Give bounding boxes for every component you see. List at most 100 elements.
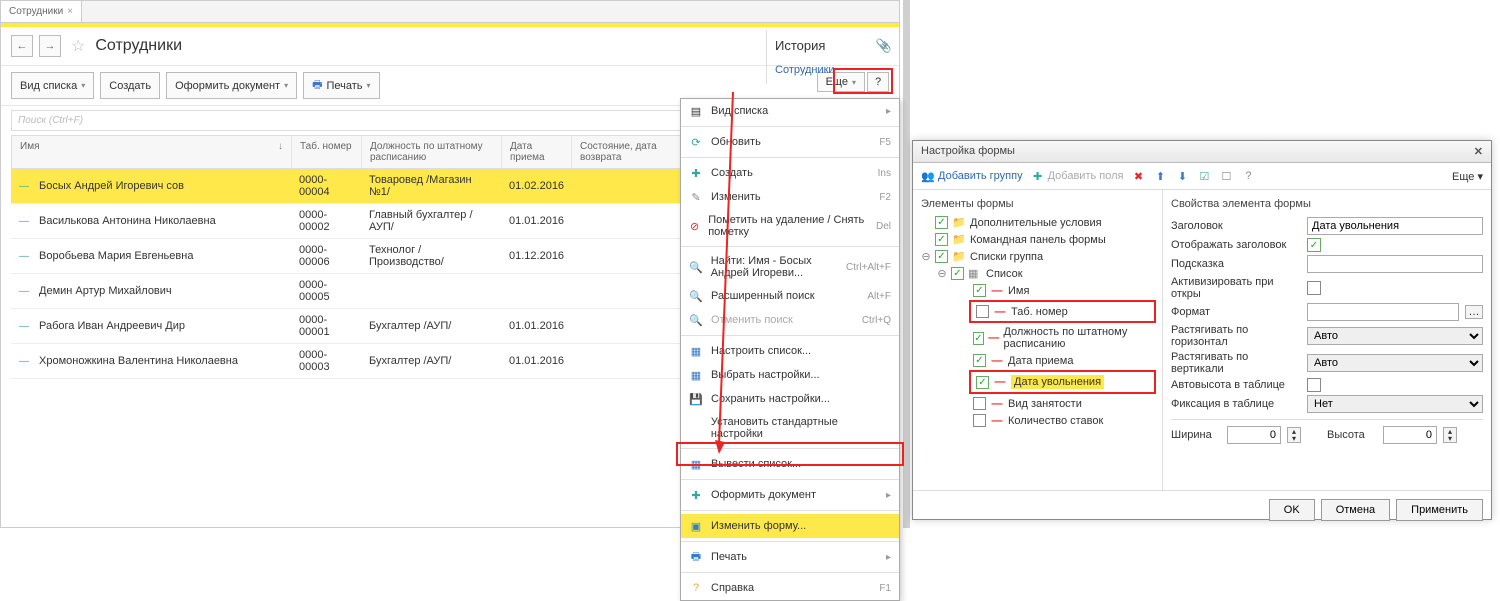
spinner-icon[interactable]: ▴▾: [1287, 427, 1301, 443]
forward-button[interactable]: →: [39, 35, 61, 57]
dialog-title: Настройка формы: [921, 145, 1015, 158]
props-title: Свойства элемента формы: [1171, 194, 1483, 214]
show-header-checkbox[interactable]: ✓: [1307, 238, 1321, 252]
menu-save-settings[interactable]: 💾Сохранить настройки...: [681, 387, 899, 411]
menu-delete[interactable]: ⊘Пометить на удаление / Снять пометкуDel: [681, 209, 899, 243]
width-input[interactable]: [1227, 426, 1281, 444]
tree-command-panel[interactable]: ✓📁Командная панель формы: [913, 231, 1162, 248]
uncheck-icon[interactable]: ☐: [1219, 169, 1233, 183]
row-marker-icon: —: [11, 246, 31, 267]
menu-std-settings[interactable]: Установить стандартные настройки: [681, 411, 899, 445]
make-document-button[interactable]: Оформить документ▾: [166, 72, 297, 99]
menu-output-list[interactable]: ▦Вывести список...: [681, 452, 899, 476]
view-list-button[interactable]: Вид списка▾: [11, 72, 94, 99]
form-settings-dialog: Настройка формы ✕ 👥Добавить группу ✚Доба…: [912, 140, 1492, 520]
menu-make-doc[interactable]: ✚Оформить документ▸: [681, 483, 899, 507]
folder-icon: 📁: [952, 250, 966, 263]
add-group-button[interactable]: 👥Добавить группу: [921, 169, 1023, 183]
up-icon[interactable]: ⬆: [1153, 169, 1167, 183]
cell-num: 0000-00001: [291, 309, 361, 343]
cell-position: Главный бухгалтер /АУП/: [361, 204, 501, 238]
tree-lists-group[interactable]: ⊖✓📁Списки группа: [913, 248, 1162, 265]
output-icon: ▦: [689, 457, 703, 471]
create-button[interactable]: Создать: [100, 72, 160, 99]
menu-find[interactable]: 🔍Найти: Имя - Босых Андрей Игореви...Ctr…: [681, 250, 899, 284]
tree-list[interactable]: ⊖✓▦Список: [913, 265, 1162, 282]
search-icon: 🔍: [689, 260, 703, 274]
menu-help[interactable]: ?СправкаF1: [681, 576, 899, 600]
stretch-h-select[interactable]: Авто: [1307, 327, 1483, 345]
history-link[interactable]: Сотрудники: [775, 64, 892, 76]
print-button[interactable]: 🖶Печать▾: [303, 72, 379, 99]
hint-input[interactable]: [1307, 255, 1483, 273]
cancel-button[interactable]: Отмена: [1321, 499, 1390, 521]
cell-name: Демин Артур Михайлович: [31, 280, 291, 302]
tree-field-rate-count[interactable]: ✓—Количество ставок: [913, 412, 1162, 429]
col-hire-date[interactable]: Дата приема: [502, 136, 572, 168]
tree-field-name[interactable]: ✓—Имя: [913, 282, 1162, 299]
title-bar: ← → ☆ Сотрудники ×: [1, 27, 899, 66]
menu-adv-find[interactable]: 🔍Расширенный поискAlt+F: [681, 284, 899, 308]
tree-field-fire-date[interactable]: ✓—Дата увольнения: [972, 373, 1153, 391]
menu-edit[interactable]: ✎ИзменитьF2: [681, 185, 899, 209]
search-cancel-icon: 🔍: [689, 313, 703, 327]
pin-icon[interactable]: 📎: [876, 38, 892, 54]
row-marker-icon: —: [11, 281, 31, 302]
apply-button[interactable]: Применить: [1396, 499, 1483, 521]
close-icon[interactable]: ×: [67, 6, 73, 17]
tree-additional-conditions[interactable]: ✓📁Дополнительные условия: [913, 214, 1162, 231]
save-icon: 💾: [689, 392, 703, 406]
row-marker-icon: —: [11, 176, 31, 197]
menu-change-form[interactable]: ▣Изменить форму...: [681, 514, 899, 538]
group-icon: 👥: [921, 169, 935, 183]
check-icon[interactable]: ☑: [1197, 169, 1211, 183]
format-dots-button[interactable]: …: [1465, 305, 1483, 319]
down-icon[interactable]: ⬇: [1175, 169, 1189, 183]
format-input[interactable]: [1307, 303, 1459, 321]
star-icon[interactable]: ☆: [71, 36, 85, 56]
tab-employees[interactable]: Сотрудники ×: [1, 1, 82, 22]
cell-position: Технолог /Производство/: [361, 239, 501, 273]
tree-field-hire-date[interactable]: ✓—Дата приема: [913, 352, 1162, 369]
activate-checkbox[interactable]: [1307, 281, 1321, 295]
spinner-icon[interactable]: ▴▾: [1443, 427, 1457, 443]
menu-list-settings[interactable]: ▦Настроить список...: [681, 339, 899, 363]
tree-field-position[interactable]: ✓—Должность по штатному расписанию: [913, 324, 1162, 352]
stretch-v-select[interactable]: Авто: [1307, 354, 1483, 372]
prop-header-label: Заголовок: [1171, 220, 1301, 232]
refresh-icon: ⟳: [689, 135, 703, 149]
context-menu: ▤Вид списка▸ ⟳ОбновитьF5 ✚СоздатьIns ✎Из…: [680, 98, 900, 601]
fixation-select[interactable]: Нет: [1307, 395, 1483, 413]
pencil-icon: ✎: [689, 190, 703, 204]
menu-view-list[interactable]: ▤Вид списка▸: [681, 99, 899, 123]
col-position[interactable]: Должность по штатному расписанию: [362, 136, 502, 168]
tree-field-emp-type[interactable]: ✓—Вид занятости: [913, 395, 1162, 412]
delete-icon[interactable]: ✖: [1131, 169, 1145, 183]
highlight-box: ✓—Дата увольнения: [969, 370, 1156, 394]
form-element-properties: Свойства элемента формы Заголовок Отобра…: [1163, 190, 1491, 490]
add-fields-button: ✚Добавить поля: [1031, 169, 1124, 183]
ok-button[interactable]: OK: [1269, 499, 1315, 521]
height-input[interactable]: [1383, 426, 1437, 444]
col-name[interactable]: Имя↓: [12, 136, 292, 168]
help-icon[interactable]: ?: [1241, 169, 1255, 183]
tab-label: Сотрудники: [9, 6, 63, 17]
back-button[interactable]: ←: [11, 35, 33, 57]
prop-activate-label: Активизировать при откры: [1171, 276, 1301, 300]
prop-width-label: Ширина: [1171, 429, 1221, 441]
history-panel: История 📎 Сотрудники: [766, 30, 900, 84]
panel-divider: [903, 0, 910, 528]
header-input[interactable]: [1307, 217, 1483, 235]
menu-print[interactable]: 🖶Печать▸: [681, 545, 899, 569]
menu-refresh[interactable]: ⟳ОбновитьF5: [681, 130, 899, 154]
menu-choose-settings[interactable]: ▦Выбрать настройки...: [681, 363, 899, 387]
search-plus-icon: 🔍: [689, 289, 703, 303]
close-icon[interactable]: ✕: [1474, 145, 1483, 158]
tree-field-tab-number[interactable]: ✓—Таб. номер: [972, 303, 1153, 320]
menu-create[interactable]: ✚СоздатьIns: [681, 161, 899, 185]
col-num[interactable]: Таб. номер: [292, 136, 362, 168]
more-button[interactable]: Еще ▾: [1452, 170, 1483, 183]
cell-position: Бухгалтер /АУП/: [361, 315, 501, 337]
list-icon: ▤: [689, 104, 703, 118]
auto-height-checkbox[interactable]: [1307, 378, 1321, 392]
